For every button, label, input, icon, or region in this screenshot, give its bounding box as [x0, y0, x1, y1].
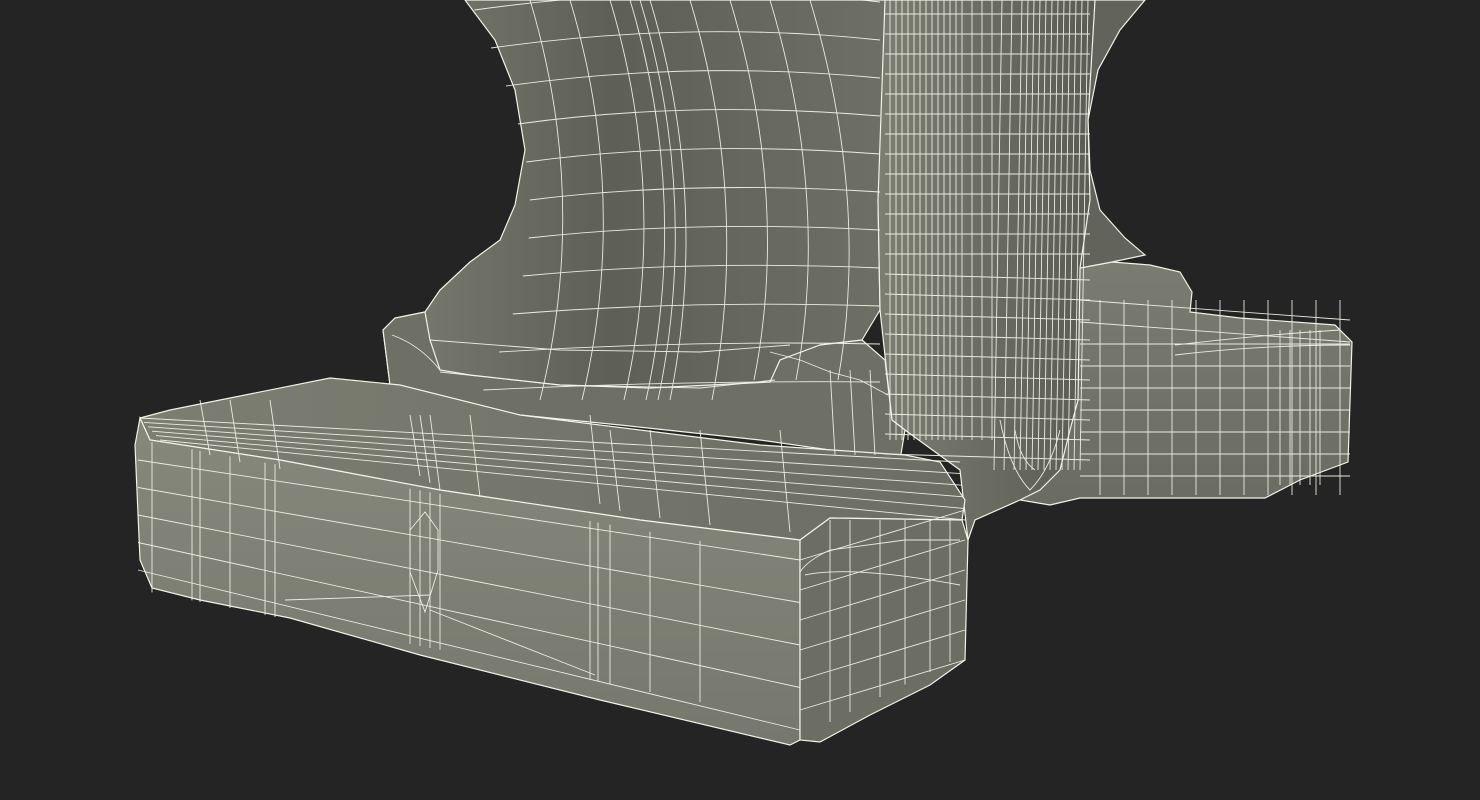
left-base-end	[799, 517, 969, 743]
wireframe-render	[134, 0, 1353, 746]
render-viewport	[0, 0, 1480, 800]
